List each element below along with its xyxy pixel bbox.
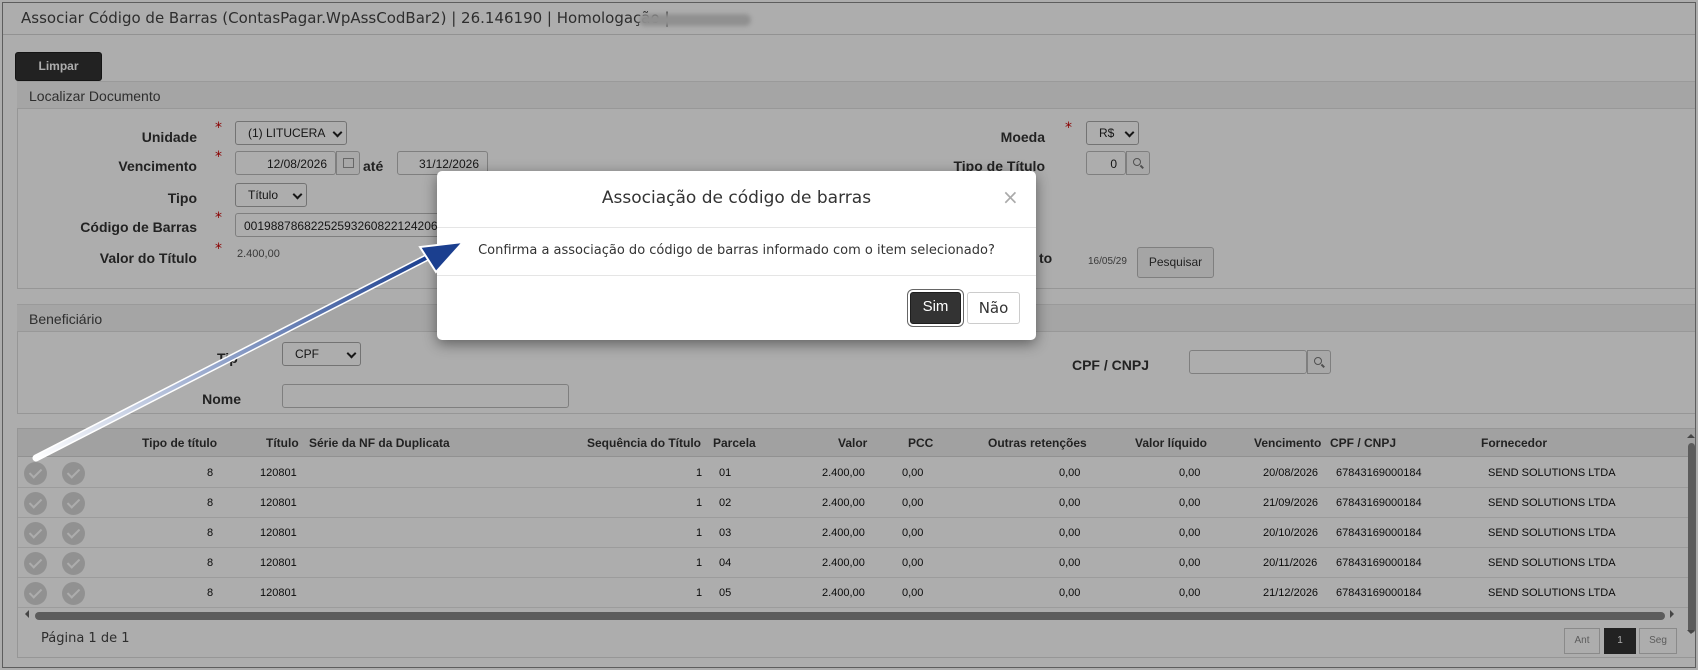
dialog-header: Associação de código de barras × bbox=[437, 171, 1036, 228]
dialog-body: Confirma a associação do código de barra… bbox=[437, 228, 1036, 276]
confirm-dialog: Associação de código de barras × Confirm… bbox=[437, 171, 1036, 340]
dialog-message: Confirma a associação do código de barra… bbox=[478, 243, 995, 258]
close-icon[interactable]: × bbox=[1002, 185, 1019, 209]
dialog-title: Associação de código de barras bbox=[601, 188, 872, 208]
yes-button[interactable]: Sim bbox=[910, 292, 961, 324]
no-button[interactable]: Não bbox=[967, 292, 1020, 324]
